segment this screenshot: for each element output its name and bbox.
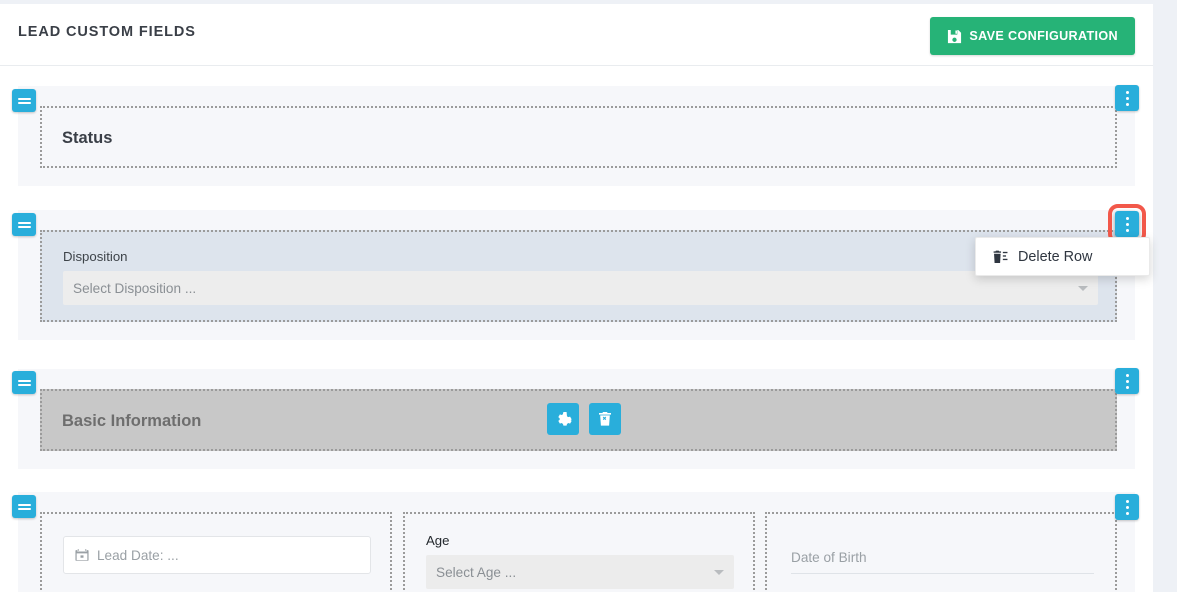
form-row-basic-information: Basic Information	[0, 368, 1153, 469]
section-actions	[547, 403, 621, 435]
lead-date-input[interactable]: Lead Date: ...	[63, 536, 371, 574]
delete-row-label: Delete Row	[1018, 248, 1093, 265]
lead-date-placeholder: Lead Date: ...	[97, 547, 179, 563]
drag-handle-bars	[17, 378, 31, 388]
cell-field-lead-date[interactable]: Lead Date: ...	[40, 512, 392, 592]
gear-icon	[555, 411, 572, 428]
section-title-basic-information: Basic Information	[62, 412, 202, 430]
calendar-icon	[75, 548, 89, 562]
vertical-dots-icon	[1125, 216, 1129, 220]
field-label-age: Age	[426, 533, 450, 548]
drag-handle-bars	[17, 96, 31, 106]
section-delete-button[interactable]	[589, 403, 621, 435]
drag-handle-icon[interactable]	[12, 371, 36, 394]
delete-row-icon	[992, 249, 1008, 265]
drag-handle-bars	[17, 502, 31, 512]
date-of-birth-placeholder: Date of Birth	[791, 550, 867, 565]
cell-field-disposition[interactable]: Disposition Select Disposition ...	[40, 230, 1117, 322]
row-menu-button-basic-fields[interactable]	[1115, 494, 1139, 520]
vertical-dots-icon	[1125, 373, 1129, 377]
vertical-dots-icon	[1125, 499, 1129, 503]
row-menu-button-disposition[interactable]	[1108, 204, 1146, 244]
drag-handle-bars	[17, 220, 31, 230]
drag-handle-icon[interactable]	[12, 213, 36, 236]
date-of-birth-input[interactable]: Date of Birth	[791, 542, 1094, 574]
drag-handle-icon[interactable]	[12, 495, 36, 518]
row-menu-button-basic-information[interactable]	[1115, 368, 1139, 394]
save-floppy-icon	[947, 29, 962, 44]
save-configuration-button[interactable]: SAVE CONFIGURATION	[930, 17, 1135, 55]
trash-icon	[597, 411, 613, 427]
page-header: LEAD CUSTOM FIELDS SAVE CONFIGURATION	[0, 4, 1153, 66]
cell-field-age[interactable]: Age Select Age ...	[403, 512, 755, 592]
cell-section-status[interactable]: Status	[40, 106, 1117, 168]
cell-section-basic-information[interactable]: Basic Information	[40, 389, 1117, 451]
disposition-select[interactable]: Select Disposition ...	[63, 271, 1098, 305]
chevron-down-icon	[1078, 286, 1088, 291]
page-right-edge	[1153, 0, 1177, 592]
cell-field-date-of-birth[interactable]: Date of Birth	[765, 512, 1117, 592]
form-row-status: Status	[0, 85, 1153, 186]
row-context-menu[interactable]: Delete Row	[975, 237, 1150, 276]
chevron-down-icon	[714, 570, 724, 575]
form-row-basic-fields: Lead Date: ... Age Select Age ... Date o…	[0, 492, 1153, 592]
vertical-dots-icon	[1125, 90, 1129, 94]
save-configuration-label: SAVE CONFIGURATION	[969, 29, 1118, 43]
field-label-disposition: Disposition	[63, 249, 128, 264]
page-title: LEAD CUSTOM FIELDS	[18, 24, 196, 40]
age-select[interactable]: Select Age ...	[426, 555, 734, 589]
section-settings-button[interactable]	[547, 403, 579, 435]
row-menu-button-status[interactable]	[1115, 85, 1139, 111]
lead-custom-fields-page: LEAD CUSTOM FIELDS SAVE CONFIGURATION St…	[0, 0, 1177, 592]
disposition-select-placeholder: Select Disposition ...	[73, 280, 197, 296]
section-title-status: Status	[62, 129, 113, 147]
drag-handle-icon[interactable]	[12, 89, 36, 112]
age-select-placeholder: Select Age ...	[436, 564, 517, 580]
